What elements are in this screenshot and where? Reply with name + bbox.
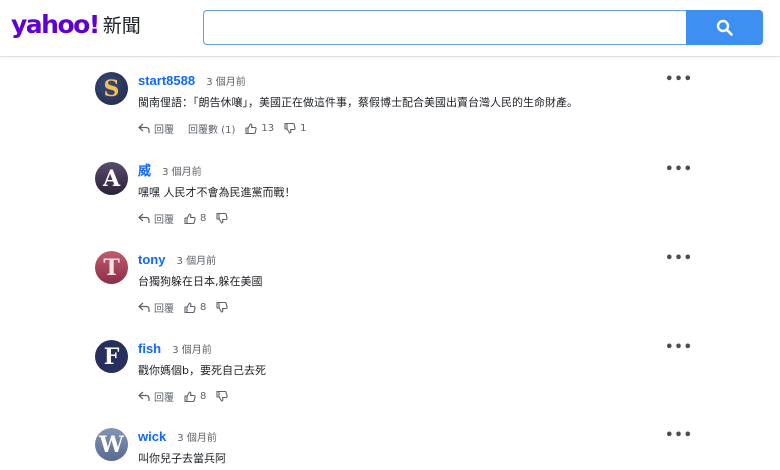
thumbs-down-icon: [216, 302, 228, 313]
avatar[interactable]: S: [95, 72, 128, 105]
reply-icon: [138, 123, 150, 133]
thumbs-up-icon: [184, 213, 196, 224]
thumbs-up-icon: [184, 302, 196, 313]
comment-timestamp: 3 個月前: [176, 256, 217, 267]
reply-icon: [138, 302, 150, 312]
search-icon: [716, 19, 733, 36]
comment-username[interactable]: 威: [138, 163, 151, 178]
like-count: 13: [261, 123, 275, 134]
reply-button[interactable]: 回覆: [138, 300, 174, 315]
reply-label: 回覆: [154, 304, 174, 315]
comment-actions: 回覆 8: [138, 300, 228, 315]
dislike-button[interactable]: [216, 391, 228, 402]
dislike-button[interactable]: 1: [284, 123, 306, 134]
avatar-letter: A: [102, 165, 121, 192]
dislike-button[interactable]: [216, 302, 228, 313]
avatar-letter: W: [99, 431, 124, 458]
comment-actions: 回覆 8: [138, 389, 228, 404]
thumbs-up-icon: [245, 123, 257, 134]
replies-count-button[interactable]: 回覆數 (1): [188, 121, 235, 136]
like-count: 8: [200, 391, 207, 402]
avatar-letter: F: [103, 343, 120, 370]
reply-icon: [138, 213, 150, 223]
reply-label: 回覆: [154, 125, 174, 136]
logo-section-name: 新聞: [102, 15, 141, 37]
more-options-button[interactable]: •••: [665, 72, 693, 87]
like-count: 8: [200, 213, 207, 224]
thumbs-down-icon: [216, 213, 228, 224]
comment-timestamp: 3 個月前: [206, 77, 246, 88]
avatar[interactable]: A: [95, 162, 128, 195]
more-options-button[interactable]: •••: [665, 428, 693, 443]
avatar[interactable]: F: [95, 340, 128, 373]
like-button[interactable]: 8: [184, 391, 206, 402]
comment-username[interactable]: wick: [138, 429, 166, 444]
reply-button[interactable]: 回覆: [138, 211, 174, 226]
thumbs-up-icon: [184, 391, 196, 402]
comment-username[interactable]: start8588: [138, 73, 195, 88]
reply-button[interactable]: 回覆: [138, 121, 174, 136]
avatar-letter: T: [103, 254, 120, 281]
reply-button[interactable]: 回覆: [138, 389, 174, 404]
comment-username[interactable]: fish: [138, 341, 161, 356]
dislike-button[interactable]: [216, 213, 228, 224]
like-button[interactable]: 8: [184, 302, 206, 313]
replies-label: 回覆數 (1): [188, 125, 236, 136]
like-button[interactable]: 13: [245, 123, 274, 134]
reply-label: 回覆: [154, 393, 174, 404]
comment-text: 戳你媽個b，要死自己去死: [138, 364, 266, 377]
more-options-button[interactable]: •••: [665, 162, 693, 177]
thumbs-down-icon: [284, 123, 296, 134]
dislike-count: 1: [300, 123, 307, 134]
yahoo-news-logo[interactable]: yahoo! 新聞: [11, 10, 141, 39]
reply-label: 回覆: [154, 215, 174, 226]
top-header: yahoo! 新聞: [0, 0, 780, 57]
avatar[interactable]: W: [95, 428, 128, 461]
thumbs-down-icon: [216, 391, 228, 402]
comment-text: 嘿嘿 人民才不會為民進黨而戰！: [138, 186, 296, 199]
comment-text: 叫你兒子去當兵阿: [138, 452, 226, 465]
comment-actions: 回覆 8: [138, 211, 228, 226]
comment-username[interactable]: tony: [138, 252, 165, 267]
more-options-button[interactable]: •••: [665, 251, 693, 266]
comment-timestamp: 3 個月前: [177, 433, 217, 444]
like-count: 8: [200, 302, 207, 313]
comment-timestamp: 3 個月前: [172, 345, 212, 356]
comment-text: 閩南俚語：「朗告休嚷」，美國正在做這件事，蔡假博士配合美國出賣台灣人民的生命財產…: [138, 96, 578, 109]
comment-timestamp: 3 個月前: [162, 167, 202, 178]
avatar-letter: S: [103, 75, 120, 102]
search-input[interactable]: [203, 10, 687, 45]
more-options-button[interactable]: •••: [665, 340, 693, 355]
comment-actions: 回覆 回覆數 (1) 13 1: [138, 121, 306, 136]
like-button[interactable]: 8: [184, 213, 206, 224]
reply-icon: [138, 391, 150, 401]
avatar[interactable]: T: [95, 251, 128, 284]
search-button[interactable]: [686, 10, 763, 45]
comment-text: 台獨狗躲在日本,躲在美國: [138, 275, 263, 288]
logo-wordmark: yahoo!: [11, 10, 100, 39]
